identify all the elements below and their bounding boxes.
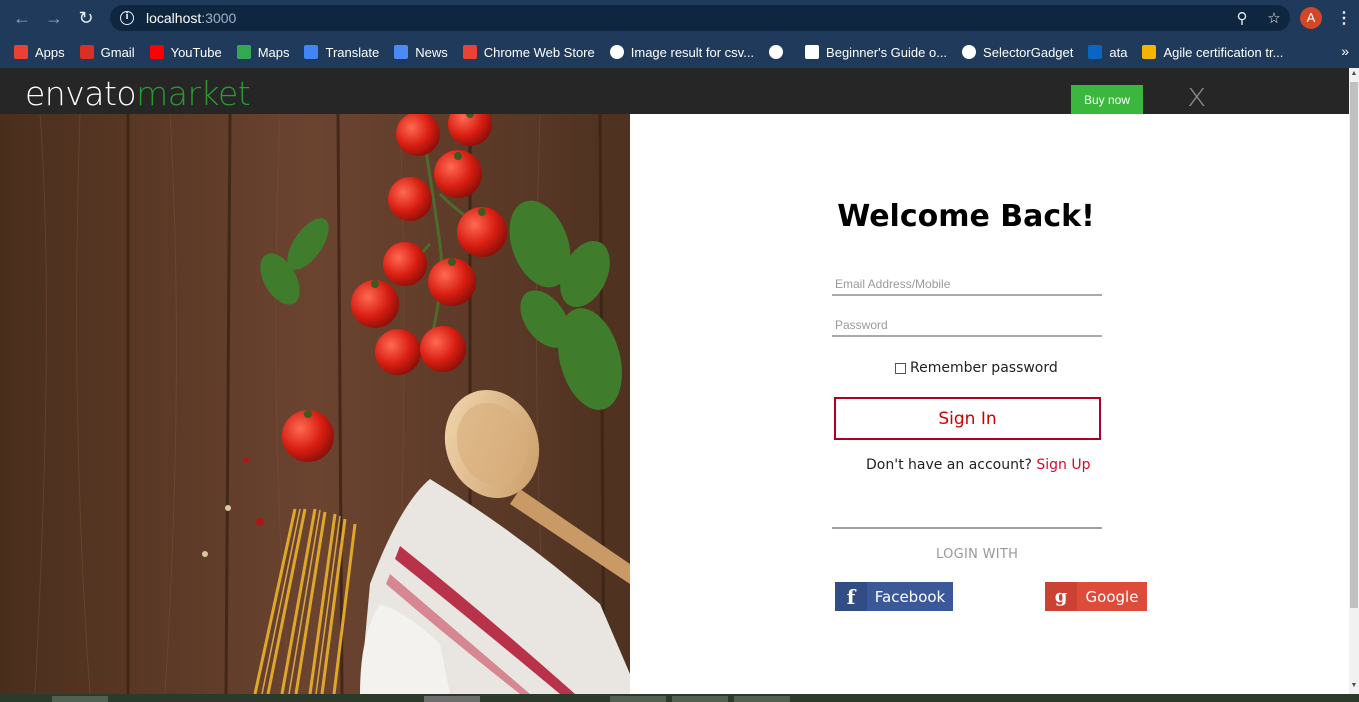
- google-icon: g: [1045, 582, 1077, 611]
- hero-food-image: [0, 114, 630, 694]
- bookmarks-bar: Apps Gmail YouTube Maps Translate News Chrome …: [0, 36, 1359, 68]
- site-info-icon[interactable]: i: [120, 11, 134, 25]
- facebook-icon: f: [835, 582, 867, 611]
- bookmark-label: Agile certification tr...: [1163, 44, 1284, 60]
- facebook-login-button[interactable]: f Facebook: [835, 582, 953, 611]
- apps-grid-icon: [14, 45, 28, 59]
- sign-up-link[interactable]: Sign Up: [1036, 457, 1090, 473]
- bookmark-item[interactable]: Agile certification tr...: [1142, 45, 1283, 60]
- remember-password-row: Remember password: [895, 360, 1058, 376]
- globe-icon: [769, 45, 784, 59]
- google-login-button[interactable]: g Google: [1045, 582, 1147, 611]
- bookmark-item[interactable]: ata: [1088, 45, 1127, 60]
- taskbar-item[interactable]: [610, 696, 666, 702]
- scroll-thumb[interactable]: [1350, 82, 1358, 608]
- bookmark-item[interactable]: Image result for csv...: [609, 44, 755, 60]
- gmail-icon: [79, 45, 94, 59]
- bookmark-label: YouTube: [170, 44, 222, 60]
- taskbar-item[interactable]: [424, 696, 480, 702]
- bookmark-label: ata: [1109, 44, 1128, 60]
- scroll-down-arrow-icon[interactable]: ▼: [1350, 682, 1358, 692]
- remember-password-label[interactable]: Remember password: [910, 360, 1058, 376]
- buy-now-button[interactable]: Buy now: [1071, 85, 1143, 114]
- bookmark-label: Maps: [257, 44, 290, 60]
- reload-icon[interactable]: ↻: [70, 2, 102, 34]
- linkedin-icon: [1088, 45, 1103, 59]
- logo-market: market: [136, 74, 251, 113]
- bookmark-item[interactable]: Translate: [304, 45, 379, 60]
- scroll-up-arrow-icon[interactable]: ▲: [1350, 70, 1358, 80]
- forward-arrow-icon[interactable]: →: [38, 2, 70, 34]
- back-arrow-icon[interactable]: ←: [6, 2, 38, 34]
- bookmark-label: Gmail: [100, 44, 135, 60]
- bookmark-label: Chrome Web Store: [483, 44, 595, 60]
- zoom-icon[interactable]: ⚲: [1226, 9, 1258, 27]
- login-panel: Welcome Back! Remember password Sign In …: [630, 114, 1349, 694]
- globe-icon: [962, 45, 977, 59]
- bookmark-item[interactable]: Maps: [236, 44, 290, 60]
- maps-icon: [236, 45, 251, 59]
- more-bookmarks-icon[interactable]: »: [1341, 43, 1349, 59]
- remember-password-checkbox[interactable]: [895, 362, 906, 374]
- bookmark-label: Beginner's Guide o...: [826, 44, 948, 60]
- login-with-label: LOGIN WITH: [936, 547, 1019, 562]
- bookmark-label: Image result for csv...: [630, 44, 755, 60]
- logo-envato: envato: [25, 74, 137, 113]
- taskbar-item[interactable]: [734, 696, 790, 702]
- google-icon: [609, 45, 624, 59]
- bookmark-item[interactable]: News: [394, 45, 448, 60]
- youtube-icon: [149, 45, 164, 59]
- translate-icon: [304, 45, 319, 59]
- news-icon: [394, 45, 409, 59]
- google-label: Google: [1085, 587, 1139, 606]
- bookmark-label: SelectorGadget: [983, 44, 1074, 60]
- bookmark-icon: [1142, 45, 1157, 59]
- bookmark-item[interactable]: Gmail: [79, 44, 135, 60]
- url-port: :3000: [201, 10, 237, 26]
- bookmark-label: Apps: [35, 44, 65, 60]
- password-field[interactable]: [832, 315, 1102, 337]
- envato-market-bar: envatomarket Buy now x Remove: [0, 68, 1349, 153]
- envato-market-logo[interactable]: envatomarket: [25, 74, 251, 113]
- bookmark-item[interactable]: Beginner's Guide o...: [805, 45, 947, 60]
- no-account-text: Don't have an account?: [866, 457, 1037, 473]
- sign-in-button[interactable]: Sign In: [834, 397, 1101, 440]
- signup-prompt: Don't have an account? Sign Up: [866, 457, 1091, 473]
- taskbar-item[interactable]: [672, 696, 728, 702]
- bookmark-label: Translate: [325, 44, 380, 60]
- profile-avatar[interactable]: A: [1300, 7, 1322, 29]
- taskbar-item[interactable]: [52, 696, 108, 702]
- bookmark-item[interactable]: Apps: [14, 45, 65, 60]
- page-icon: [805, 45, 820, 59]
- bookmark-item[interactable]: [769, 45, 790, 59]
- facebook-label: Facebook: [874, 587, 946, 606]
- url-host: localhost: [146, 10, 202, 26]
- divider: [832, 527, 1102, 529]
- page-title: Welcome Back!: [837, 199, 1095, 234]
- address-bar[interactable]: i localhost:3000 ⚲ ☆: [110, 5, 1290, 31]
- bookmark-label: News: [415, 44, 448, 60]
- web-store-icon: [462, 45, 477, 59]
- star-icon[interactable]: ☆: [1258, 9, 1290, 27]
- bookmark-item[interactable]: SelectorGadget: [962, 45, 1073, 60]
- email-field[interactable]: [832, 274, 1102, 296]
- page-scrollbar[interactable]: ▲ ▼: [1349, 68, 1359, 694]
- bookmark-item[interactable]: YouTube: [149, 44, 222, 60]
- bookmark-item[interactable]: Chrome Web Store: [462, 44, 595, 60]
- browser-menu-icon[interactable]: ⋮: [1336, 8, 1352, 28]
